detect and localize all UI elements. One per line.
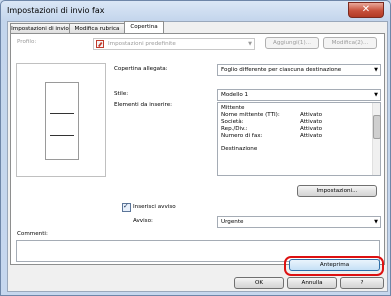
list-item: Nome mittente (TTI): — [221, 112, 280, 118]
cover-attached-select[interactable]: Foglio differente per ciascuna destinazi… — [217, 64, 381, 76]
list-item-status: Attivato — [300, 126, 323, 132]
add-profile-button[interactable]: Aggiungi(1)... — [265, 37, 319, 49]
help-button[interactable]: ? — [340, 277, 384, 289]
cover-attached-value: Foglio differente per ciascuna destinazi… — [221, 67, 342, 73]
cover-preview-frame — [16, 63, 106, 177]
notice-checkbox[interactable]: ✓ — [122, 202, 131, 212]
list-item: Società: — [221, 119, 244, 125]
list-item: Numero di fax: — [221, 133, 263, 139]
list-item: Destinazione — [221, 146, 258, 152]
tab-panel-copertina: Profilo: Impostazioni predefinite ▼ Aggi… — [10, 33, 385, 265]
check-icon: ✓ — [123, 202, 129, 210]
chevron-down-icon: ▼ — [248, 41, 252, 47]
elements-label: Elementi da inserire: — [114, 102, 173, 108]
profile-icon — [96, 40, 104, 48]
preview-line — [50, 135, 74, 136]
elements-list[interactable]: Mittente Nome mittente (TTI): Attivato S… — [217, 102, 381, 176]
cover-preview-page — [45, 82, 79, 160]
profile-label: Profilo: — [17, 39, 37, 45]
dialog-client: Impostazioni di invio Modifica rubrica C… — [7, 21, 388, 292]
profile-value: Impostazioni predefinite — [108, 41, 176, 47]
edit-profile-button[interactable]: Modifica(2)... — [323, 37, 377, 49]
close-button[interactable]: ✕ — [348, 2, 384, 18]
settings-button[interactable]: Impostazioni... — [297, 185, 377, 197]
style-value: Modello 1 — [221, 92, 249, 98]
list-item-status: Attivato — [300, 112, 323, 118]
cover-attached-label: Copertina allegata: — [114, 66, 168, 72]
notice-checkbox-label: Inserisci avviso — [133, 204, 176, 210]
notice-label: Avviso: — [133, 218, 153, 224]
comments-label: Commenti: — [17, 231, 48, 237]
list-item: Mittente — [221, 105, 245, 111]
notice-value: Urgente — [221, 219, 244, 225]
list-scrollbar[interactable] — [372, 103, 381, 175]
notice-select[interactable]: Urgente ▼ — [217, 216, 381, 228]
style-label: Stile: — [114, 91, 129, 97]
list-item: Rep./Div.: — [221, 126, 248, 132]
scroll-thumb[interactable] — [373, 115, 381, 139]
chevron-down-icon: ▼ — [374, 219, 378, 225]
chevron-down-icon: ▼ — [374, 92, 378, 98]
list-item-status: Attivato — [300, 133, 323, 139]
preview-line — [50, 113, 74, 114]
chevron-down-icon: ▼ — [374, 67, 378, 73]
list-item-status: Attivato — [300, 119, 323, 125]
style-select[interactable]: Modello 1 ▼ — [217, 89, 381, 101]
window-title: Impostazioni di invio fax — [7, 6, 105, 15]
profile-select[interactable]: Impostazioni predefinite ▼ — [93, 38, 255, 50]
ok-button[interactable]: OK — [234, 277, 284, 289]
dialog-window: Impostazioni di invio fax ✕ Impostazioni… — [0, 0, 391, 296]
preview-button[interactable]: Anteprima — [289, 259, 380, 271]
cancel-button[interactable]: Annulla — [287, 277, 337, 289]
